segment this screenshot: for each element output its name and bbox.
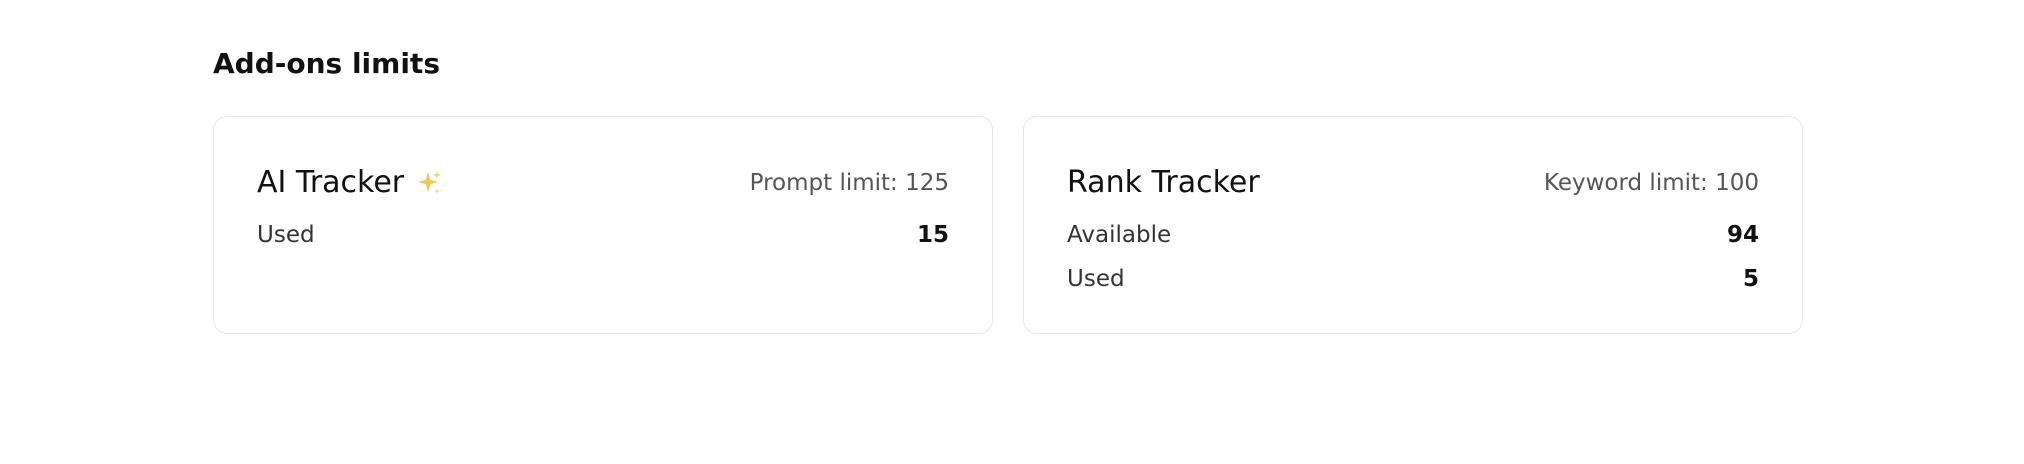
card-header: Rank Tracker Keyword limit: 100: [1067, 163, 1759, 203]
card-title-group: Rank Tracker: [1067, 163, 1260, 203]
section-title: Add-ons limits: [213, 47, 440, 80]
keyword-limit-label: Keyword limit: 100: [1543, 170, 1759, 196]
card-title: Rank Tracker: [1067, 165, 1260, 200]
stat-value: 5: [1742, 266, 1759, 292]
stat-label: Used: [257, 222, 315, 248]
stat-value: 94: [1726, 222, 1759, 248]
card-title-group: AI Tracker: [257, 163, 444, 203]
stat-value: 15: [916, 222, 949, 248]
card-title: AI Tracker: [257, 165, 405, 200]
stat-label: Available: [1067, 222, 1172, 248]
stat-row-available: Available 94: [1067, 213, 1759, 257]
stat-row-used: Used 5: [1067, 257, 1759, 301]
rank-tracker-card: Rank Tracker Keyword limit: 100 Availabl…: [1023, 116, 1803, 334]
prompt-limit-label: Prompt limit: 125: [749, 170, 949, 196]
card-header: AI Tracker Prompt limit: 125: [257, 163, 949, 203]
stat-row-used: Used 15: [257, 213, 949, 257]
addon-cards: AI Tracker Prompt limit: 125 Used 15 Ran…: [213, 116, 1803, 334]
stat-label: Used: [1067, 266, 1125, 292]
sparkle-icon: [414, 168, 444, 198]
ai-tracker-card: AI Tracker Prompt limit: 125 Used 15: [213, 116, 993, 334]
